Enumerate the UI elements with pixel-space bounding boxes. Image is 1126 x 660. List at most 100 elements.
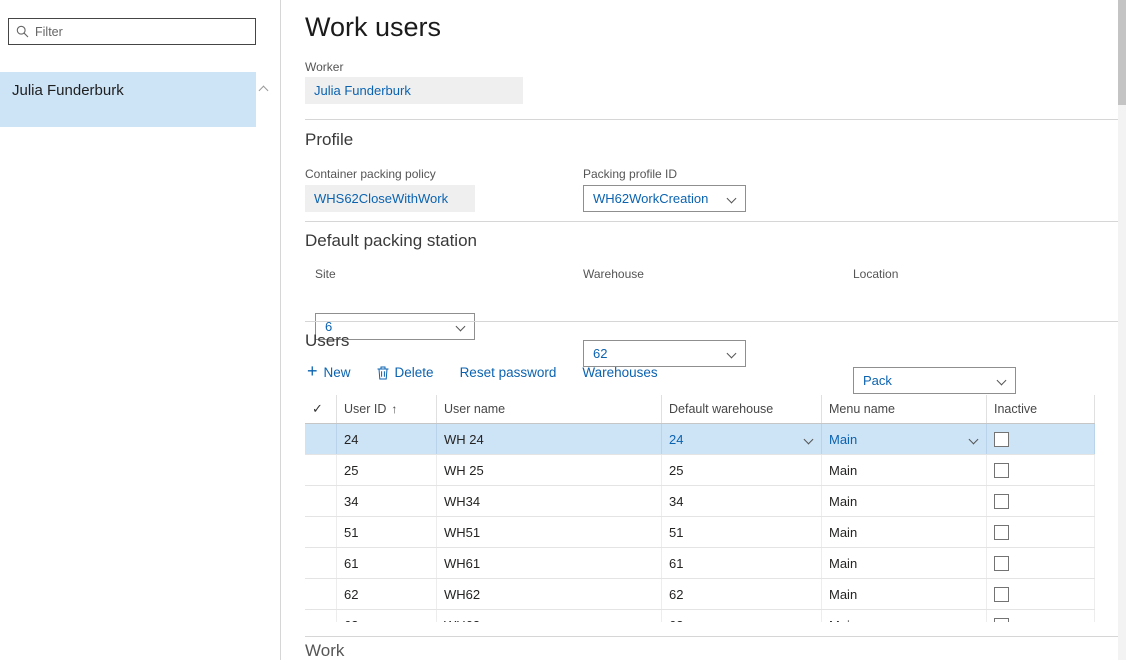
packing-profile-id-label: Packing profile ID <box>583 167 677 181</box>
cell-default-warehouse[interactable]: 63 <box>662 610 822 622</box>
table-row[interactable]: 25 WH 25 25 Main <box>305 455 1095 486</box>
inactive-checkbox[interactable] <box>994 494 1009 509</box>
cell-user-id[interactable]: 62 <box>337 579 437 609</box>
warehouse-dropdown[interactable]: 62 <box>583 340 746 367</box>
chevron-down-icon <box>727 349 737 359</box>
scrollbar-thumb[interactable] <box>1118 0 1126 105</box>
cell-user-id[interactable]: 51 <box>337 517 437 547</box>
cell-user-name[interactable]: WH63 <box>437 610 662 622</box>
trash-icon <box>377 366 389 380</box>
cell-user-id[interactable]: 34 <box>337 486 437 516</box>
table-row[interactable]: 61 WH61 61 Main <box>305 548 1095 579</box>
main-content: Work users Worker Julia Funderburk Profi… <box>305 0 1126 660</box>
cell-inactive <box>987 424 1095 454</box>
filter-box[interactable] <box>8 18 256 45</box>
warehouses-button[interactable]: Warehouses <box>582 365 657 380</box>
section-users-title: Users <box>305 331 349 351</box>
row-select-cell[interactable] <box>305 579 337 609</box>
worker-label: Worker <box>305 60 343 74</box>
delete-button[interactable]: Delete <box>377 365 434 380</box>
inactive-checkbox[interactable] <box>994 556 1009 571</box>
cell-user-name[interactable]: WH62 <box>437 579 662 609</box>
search-icon <box>16 25 29 38</box>
cell-menu-name[interactable]: Main <box>822 548 987 578</box>
scroll-up-icon[interactable] <box>259 86 269 96</box>
cell-user-id[interactable]: 24 <box>337 424 437 454</box>
packing-profile-id-dropdown[interactable]: WH62WorkCreation <box>583 185 746 212</box>
cell-menu-name[interactable]: Main <box>822 517 987 547</box>
section-divider <box>305 321 1126 322</box>
cell-user-id[interactable]: 63 <box>337 610 437 622</box>
worker-field[interactable]: Julia Funderburk <box>305 77 523 104</box>
col-header-user-id[interactable]: User ID ↑ <box>337 395 437 423</box>
reset-password-button[interactable]: Reset password <box>460 365 557 380</box>
cell-default-warehouse[interactable]: 61 <box>662 548 822 578</box>
cell-user-name[interactable]: WH 25 <box>437 455 662 485</box>
section-divider <box>305 636 1126 637</box>
section-work-title: Work <box>305 641 344 660</box>
plus-icon <box>307 365 318 380</box>
inactive-checkbox[interactable] <box>994 525 1009 540</box>
filter-input[interactable] <box>35 19 255 44</box>
table-row[interactable]: 62 WH62 62 Main <box>305 579 1095 610</box>
cell-inactive <box>987 486 1095 516</box>
location-dropdown[interactable]: Pack <box>853 367 1016 394</box>
sidebar-item-label: Julia Funderburk <box>12 82 124 99</box>
cell-user-id[interactable]: 61 <box>337 548 437 578</box>
cell-menu-name[interactable]: Main <box>822 486 987 516</box>
cell-default-warehouse[interactable]: 34 <box>662 486 822 516</box>
col-header-default-warehouse[interactable]: Default warehouse <box>662 395 822 423</box>
section-divider <box>305 221 1126 222</box>
users-table: ✓ User ID ↑ User name Default warehouse … <box>305 395 1095 622</box>
page-title: Work users <box>305 12 441 43</box>
cell-menu-name[interactable]: Main <box>822 610 987 622</box>
table-row[interactable]: 51 WH51 51 Main <box>305 517 1095 548</box>
table-row[interactable]: 34 WH34 34 Main <box>305 486 1095 517</box>
vertical-scrollbar[interactable] <box>1118 0 1126 660</box>
col-header-user-name[interactable]: User name <box>437 395 662 423</box>
container-packing-policy-label: Container packing policy <box>305 167 436 181</box>
row-select-cell[interactable] <box>305 548 337 578</box>
warehouse-label: Warehouse <box>583 267 644 281</box>
location-label: Location <box>853 267 898 281</box>
table-row[interactable]: 24 WH 24 24 Main <box>305 424 1095 455</box>
sidebar-item-worker[interactable]: Julia Funderburk <box>0 72 256 127</box>
row-select-cell[interactable] <box>305 610 337 622</box>
chevron-down-icon <box>997 376 1007 386</box>
site-label: Site <box>315 267 336 281</box>
cell-user-name[interactable]: WH 24 <box>437 424 662 454</box>
row-select-cell[interactable] <box>305 424 337 454</box>
row-select-cell[interactable] <box>305 517 337 547</box>
table-row[interactable]: 63 WH63 63 Main <box>305 610 1095 622</box>
cell-menu-name[interactable]: Main <box>822 455 987 485</box>
inactive-checkbox[interactable] <box>994 587 1009 602</box>
inactive-checkbox[interactable] <box>994 432 1009 447</box>
cell-inactive <box>987 548 1095 578</box>
cell-user-name[interactable]: WH51 <box>437 517 662 547</box>
inactive-checkbox[interactable] <box>994 463 1009 478</box>
cell-inactive <box>987 455 1095 485</box>
cell-default-warehouse-dropdown[interactable]: 24 <box>662 424 822 454</box>
new-button[interactable]: New <box>307 365 351 380</box>
select-all-header[interactable]: ✓ <box>305 395 337 423</box>
section-divider <box>305 119 1126 120</box>
container-packing-policy-field[interactable]: WHS62CloseWithWork <box>305 185 475 212</box>
inactive-checkbox[interactable] <box>994 618 1009 623</box>
cell-user-name[interactable]: WH61 <box>437 548 662 578</box>
users-toolbar: New Delete Reset password Warehouses <box>307 365 658 380</box>
cell-menu-name-dropdown[interactable]: Main <box>822 424 987 454</box>
cell-default-warehouse[interactable]: 25 <box>662 455 822 485</box>
col-header-menu-name[interactable]: Menu name <box>822 395 987 423</box>
cell-default-warehouse[interactable]: 51 <box>662 517 822 547</box>
section-packing-station-title: Default packing station <box>305 231 477 251</box>
cell-menu-name[interactable]: Main <box>822 579 987 609</box>
col-header-inactive[interactable]: Inactive <box>987 395 1095 423</box>
table-header-row: ✓ User ID ↑ User name Default warehouse … <box>305 395 1095 424</box>
cell-user-id[interactable]: 25 <box>337 455 437 485</box>
cell-default-warehouse[interactable]: 62 <box>662 579 822 609</box>
row-select-cell[interactable] <box>305 455 337 485</box>
row-select-cell[interactable] <box>305 486 337 516</box>
chevron-down-icon <box>804 435 814 445</box>
sidebar: Julia Funderburk <box>0 0 281 660</box>
cell-user-name[interactable]: WH34 <box>437 486 662 516</box>
